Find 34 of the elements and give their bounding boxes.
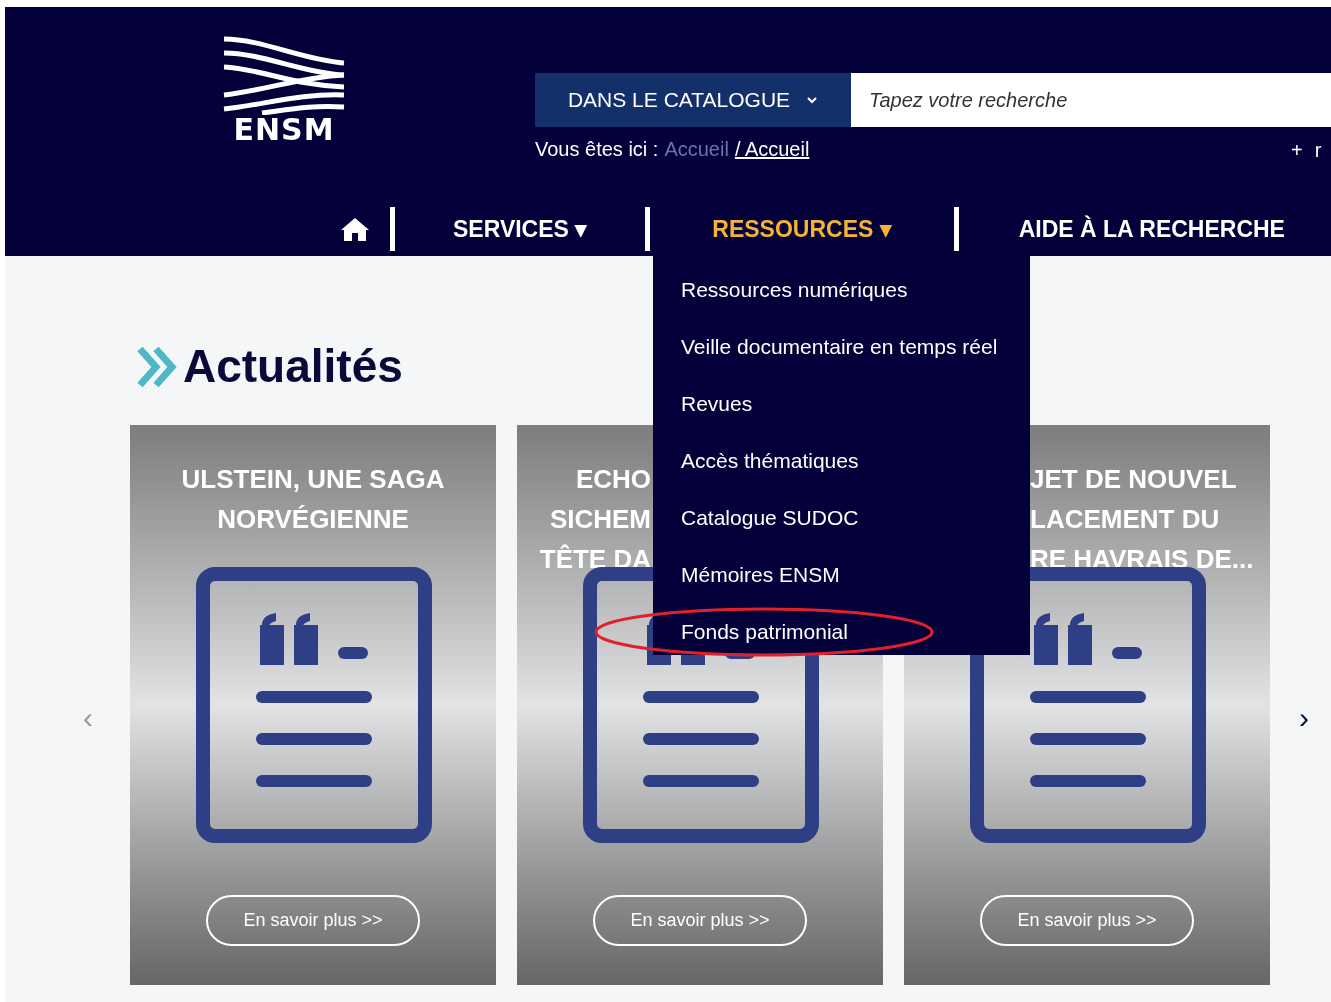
section-title: Actualités bbox=[183, 339, 403, 394]
chevron-down-icon bbox=[806, 96, 819, 104]
more-button[interactable]: En savoir plus >> bbox=[593, 895, 807, 946]
home-icon bbox=[339, 216, 371, 242]
card-title: JET DE NOUVEL bbox=[1030, 463, 1237, 496]
catalogue-dropdown[interactable]: DANS LE CATALOGUE bbox=[535, 73, 851, 127]
dropdown-item[interactable]: Catalogue SUDOC bbox=[681, 501, 859, 534]
dropdown-item[interactable]: Veille documentaire en temps réel bbox=[681, 330, 998, 363]
card-title: SICHEM bbox=[549, 503, 651, 536]
dropdown-item[interactable]: Accès thématiques bbox=[681, 444, 859, 477]
plus-text: + bbox=[1291, 138, 1303, 163]
waves-logo-icon bbox=[222, 35, 346, 115]
card-title: ECHO bbox=[575, 463, 651, 496]
logo-text: ENSM bbox=[233, 115, 335, 145]
card-title: LACEMENT DU bbox=[1030, 503, 1220, 536]
more-link[interactable]: r bbox=[1314, 135, 1322, 165]
breadcrumb-link[interactable]: / Accueil bbox=[734, 134, 810, 164]
more-button[interactable]: En savoir plus >> bbox=[980, 895, 1194, 946]
breadcrumb-label: Vous êtes ici : bbox=[535, 137, 659, 162]
dropdown-item[interactable]: Mémoires ENSM bbox=[681, 558, 840, 591]
card-title: NORVÉGIENNE bbox=[217, 503, 409, 536]
dropdown-item[interactable]: Fonds patrimonial bbox=[681, 615, 848, 648]
quote-document-icon bbox=[196, 567, 432, 843]
dropdown-item[interactable]: Revues bbox=[681, 387, 753, 420]
nav-tab[interactable]: AIDE À LA RECHERCHE bbox=[958, 207, 1285, 251]
dropdown-item[interactable]: Ressources numériques bbox=[681, 273, 908, 306]
breadcrumb-link[interactable]: Accueil bbox=[664, 134, 729, 164]
quote-document-icon bbox=[970, 567, 1206, 843]
more-button[interactable]: En savoir plus >> bbox=[206, 895, 420, 946]
card-title: ULSTEIN, UNE SAGA bbox=[181, 463, 445, 496]
double-chevron-icon bbox=[137, 345, 177, 388]
nav-tab[interactable]: RESSOURCES ▾ bbox=[650, 207, 954, 251]
nav-tab[interactable]: SERVICES ▾ bbox=[395, 207, 646, 251]
search-field[interactable]: Tapez votre recherche bbox=[851, 73, 1331, 127]
